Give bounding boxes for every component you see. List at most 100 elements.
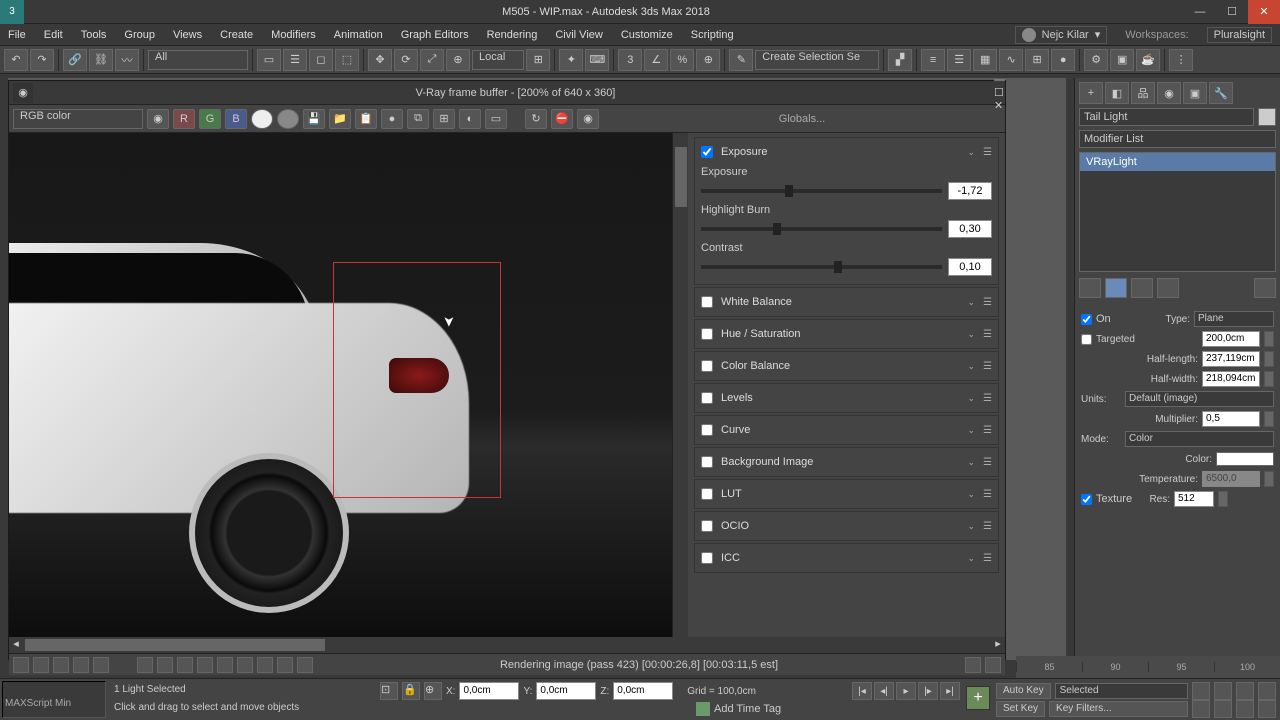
vfb-status-icon[interactable] bbox=[277, 657, 293, 673]
align-button[interactable]: ≡ bbox=[921, 49, 945, 71]
nav-icon[interactable] bbox=[1258, 682, 1276, 700]
select-object-button[interactable]: ▭ bbox=[257, 49, 281, 71]
unlink-button[interactable]: ⛓ bbox=[89, 49, 113, 71]
show-end-result-button[interactable] bbox=[1105, 278, 1127, 298]
modifier-stack-item[interactable]: VRayLight bbox=[1080, 153, 1275, 171]
workspace-select[interactable]: Pluralsight bbox=[1207, 27, 1272, 43]
on-checkbox[interactable] bbox=[1081, 314, 1092, 325]
placement-button[interactable]: ⊕ bbox=[446, 49, 470, 71]
x-coord-field[interactable]: 0,0cm bbox=[459, 682, 519, 700]
vfb-status-icon[interactable] bbox=[73, 657, 89, 673]
nav-icon[interactable] bbox=[1214, 682, 1232, 700]
goto-start-button[interactable]: |◂ bbox=[852, 682, 872, 700]
create-tab[interactable]: + bbox=[1079, 82, 1103, 104]
cc-levels-checkbox[interactable] bbox=[701, 392, 713, 404]
vfb-status-icon[interactable] bbox=[157, 657, 173, 673]
percent-snap-button[interactable]: % bbox=[670, 49, 694, 71]
modifier-list-dropdown[interactable]: Modifier List bbox=[1079, 130, 1276, 148]
vfb-status-icon[interactable] bbox=[13, 657, 29, 673]
time-tag[interactable]: Add Time Tag bbox=[696, 700, 781, 718]
absolute-mode-button[interactable]: ⊕ bbox=[424, 682, 442, 700]
half-length-value[interactable]: 237,119cm bbox=[1202, 351, 1260, 367]
vfb-start-ipr-button[interactable]: ↻ bbox=[525, 109, 547, 129]
vfb-render-last-button[interactable]: ◉ bbox=[577, 109, 599, 129]
scale-button[interactable]: ⤢ bbox=[420, 49, 444, 71]
vfb-alpha-button[interactable] bbox=[277, 109, 299, 129]
render-setup-button[interactable]: ⚙ bbox=[1084, 49, 1108, 71]
targeted-checkbox[interactable] bbox=[1081, 334, 1092, 345]
cc-color-balance-checkbox[interactable] bbox=[701, 360, 713, 372]
collapse-icon[interactable]: ⌄ bbox=[967, 393, 975, 404]
select-manipulate-button[interactable]: ✦ bbox=[559, 49, 583, 71]
layer-explorer-button[interactable]: ☰ bbox=[947, 49, 971, 71]
menu-tools[interactable]: Tools bbox=[81, 29, 107, 41]
menu-customize[interactable]: Customize bbox=[621, 29, 673, 41]
nav-icon[interactable] bbox=[1258, 700, 1276, 718]
menu-icon[interactable]: ☰ bbox=[983, 457, 992, 468]
vfb-status-icon[interactable] bbox=[217, 657, 233, 673]
motion-tab[interactable]: ◉ bbox=[1157, 82, 1181, 104]
vfb-horizontal-scrollbar[interactable]: ◂ ▸ bbox=[9, 637, 1005, 653]
minimize-button[interactable]: — bbox=[1184, 0, 1216, 24]
maxscript-listener[interactable]: MAXScript Min bbox=[2, 681, 106, 718]
collapse-icon[interactable]: ⌄ bbox=[967, 425, 975, 436]
schematic-view-button[interactable]: ⊞ bbox=[1025, 49, 1049, 71]
toggle-ribbon-button[interactable]: ▦ bbox=[973, 49, 997, 71]
link-button[interactable]: 🔗 bbox=[63, 49, 87, 71]
vfb-status-icon[interactable] bbox=[965, 657, 981, 673]
multiplier-value[interactable]: 0,5 bbox=[1202, 411, 1260, 427]
targeted-value[interactable]: 200,0cm bbox=[1202, 331, 1260, 347]
vfb-clipboard-button[interactable]: 📋 bbox=[355, 109, 377, 129]
menu-scripting[interactable]: Scripting bbox=[691, 29, 734, 41]
collapse-icon[interactable]: ⌄ bbox=[967, 329, 975, 340]
menu-group[interactable]: Group bbox=[124, 29, 155, 41]
nav-icon[interactable] bbox=[1236, 682, 1254, 700]
user-account[interactable]: Nejc Kilar ▾ bbox=[1015, 26, 1108, 44]
selection-lock-button[interactable]: ⊡ bbox=[380, 682, 398, 700]
menu-icon[interactable]: ☰ bbox=[983, 425, 992, 436]
vfb-save-button[interactable]: 💾 bbox=[303, 109, 325, 129]
next-frame-button[interactable]: |▸ bbox=[918, 682, 938, 700]
vfb-minimize-button[interactable]: — bbox=[994, 74, 1005, 86]
cc-lut-checkbox[interactable] bbox=[701, 488, 713, 500]
remove-modifier-button[interactable] bbox=[1157, 278, 1179, 298]
vfb-status-icon[interactable] bbox=[257, 657, 273, 673]
configure-modifier-sets-button[interactable] bbox=[1254, 278, 1276, 298]
undo-button[interactable]: ↶ bbox=[4, 49, 28, 71]
hierarchy-tab[interactable]: 品 bbox=[1131, 82, 1155, 104]
collapse-icon[interactable]: ⌄ bbox=[967, 521, 975, 532]
close-button[interactable]: ✕ bbox=[1248, 0, 1280, 24]
object-name-field[interactable]: Tail Light bbox=[1079, 108, 1254, 126]
collapse-icon[interactable]: ⌄ bbox=[967, 489, 975, 500]
toolbar-more-button[interactable]: ⋮ bbox=[1169, 49, 1193, 71]
vfb-status-icon[interactable] bbox=[137, 657, 153, 673]
object-color-swatch[interactable] bbox=[1258, 108, 1276, 126]
vfb-rgb-button[interactable]: ◉ bbox=[147, 109, 169, 129]
cc-background-image-checkbox[interactable] bbox=[701, 456, 713, 468]
collapse-icon[interactable]: ⌄ bbox=[967, 297, 975, 308]
collapse-icon[interactable]: ⌄ bbox=[967, 147, 975, 158]
maximize-button[interactable]: ☐ bbox=[1216, 0, 1248, 24]
vfb-link-pdplayer-button[interactable]: ▭ bbox=[485, 109, 507, 129]
bind-button[interactable]: 〰 bbox=[115, 49, 139, 71]
pin-stack-button[interactable] bbox=[1079, 278, 1101, 298]
snap-toggle-button[interactable]: 3 bbox=[618, 49, 642, 71]
type-dropdown[interactable]: Plane bbox=[1194, 311, 1274, 327]
vfb-titlebar[interactable]: ◉ V-Ray frame buffer - [200% of 640 x 36… bbox=[9, 81, 1005, 105]
edit-named-selection-button[interactable]: ✎ bbox=[729, 49, 753, 71]
menu-file[interactable]: File bbox=[8, 29, 26, 41]
menu-animation[interactable]: Animation bbox=[334, 29, 383, 41]
spinner-icon[interactable] bbox=[1264, 351, 1274, 367]
menu-icon[interactable]: ☰ bbox=[983, 361, 992, 372]
menu-icon[interactable]: ☰ bbox=[983, 147, 992, 158]
menu-icon[interactable]: ☰ bbox=[983, 521, 992, 532]
mirror-button[interactable]: ▞ bbox=[888, 49, 912, 71]
contrast-slider[interactable] bbox=[701, 265, 942, 269]
vfb-duplicate-button[interactable]: ⧉ bbox=[407, 109, 429, 129]
menu-views[interactable]: Views bbox=[173, 29, 202, 41]
vfb-status-icon[interactable] bbox=[237, 657, 253, 673]
vfb-status-icon[interactable] bbox=[53, 657, 69, 673]
scrollbar-thumb[interactable] bbox=[25, 639, 325, 651]
isolate-selection-button[interactable]: + bbox=[966, 686, 990, 710]
menu-civil-view[interactable]: Civil View bbox=[555, 29, 602, 41]
